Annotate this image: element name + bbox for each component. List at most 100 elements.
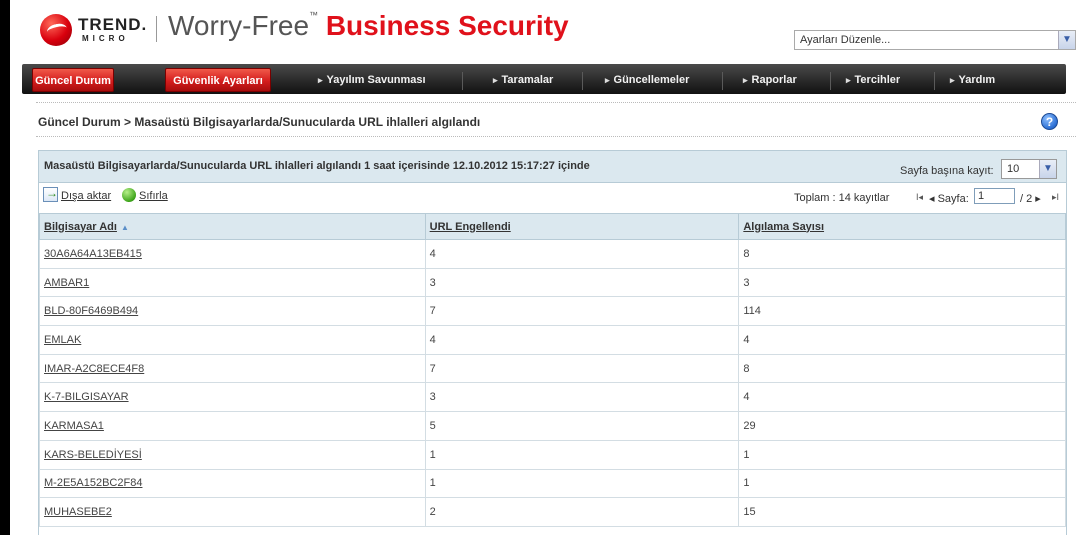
tab-scans[interactable]: Taramalar: [493, 68, 554, 92]
cell-detection-count: 1: [738, 468, 1066, 499]
export-icon[interactable]: [43, 186, 58, 202]
tab-outbreak-defense[interactable]: Yayılım Savunması: [318, 68, 426, 92]
report-panel: Masaüstü Bilgisayarlarda/Sunucularda URL…: [38, 150, 1067, 535]
cell-computer-name: EMLAK: [39, 325, 426, 355]
cell-detection-count: 1: [738, 439, 1066, 470]
product-title-part1: Worry-Free: [168, 10, 310, 41]
nav-divider: [934, 72, 935, 90]
column-header-label[interactable]: Bilgisayar Adı: [44, 221, 117, 233]
cell-computer-name: IMAR-A2C8ECE4F8: [39, 353, 426, 384]
nav-divider: [462, 72, 463, 90]
cell-detection-count: 4: [738, 382, 1066, 413]
main-navigation: Güncel Durum Güvenlik Ayarları Yayılım S…: [10, 60, 1076, 97]
table-header-row: Bilgisayar Adı ▲ URL Engellendi Algılama …: [39, 213, 1066, 240]
computer-name-link[interactable]: KARMASA1: [44, 420, 104, 432]
table-body: 30A6A64A13EB415 4 8 AMBAR1 3 3 BLD-80F6469B494…: [39, 239, 1066, 527]
cell-detection-count: 114: [738, 296, 1066, 327]
page-of-total[interactable]: / 2 ▸: [1020, 192, 1041, 205]
table-row: MUHASEBE2 2 15: [39, 497, 1066, 527]
total-records: Toplam : 14 kayıtlar: [794, 192, 890, 204]
cell-detection-count: 4: [738, 325, 1066, 355]
table-row: 30A6A64A13EB415 4 8: [39, 239, 1066, 269]
table-row: M-2E5A152BC2F84 1 1: [39, 468, 1066, 499]
cell-url-blocked: 1: [424, 468, 740, 499]
reset-link[interactable]: Sıfırla: [139, 190, 168, 202]
computer-name-link[interactable]: EMLAK: [44, 334, 81, 346]
cell-url-blocked: 3: [424, 267, 740, 298]
header: TREND. MICRO Worry-Free™ Business Securi…: [10, 0, 1076, 60]
nav-divider: [582, 72, 583, 90]
cell-computer-name: BLD-80F6469B494: [39, 296, 426, 327]
cell-url-blocked: 7: [424, 296, 740, 327]
computer-name-link[interactable]: M-2E5A152BC2F84: [44, 477, 142, 489]
product-title: Worry-Free™ Business Security: [168, 10, 569, 42]
product-title-part2: Business Security: [325, 10, 569, 41]
settings-dropdown[interactable]: Ayarları Düzenle... ▼: [794, 30, 1076, 50]
computer-name-link[interactable]: BLD-80F6469B494: [44, 305, 138, 317]
cell-url-blocked: 4: [424, 325, 740, 355]
trend-micro-logo-icon: [40, 14, 72, 46]
cell-detection-count: 8: [738, 239, 1066, 269]
trademark: ™: [309, 10, 319, 20]
computer-name-link[interactable]: MUHASEBE2: [44, 506, 112, 518]
table-row: AMBAR1 3 3: [39, 267, 1066, 298]
tab-reports[interactable]: Raporlar: [743, 68, 797, 92]
settings-dropdown-value: Ayarları Düzenle...: [800, 34, 891, 46]
app-window: TREND. MICRO Worry-Free™ Business Securi…: [10, 0, 1076, 535]
trend-micro-logo: TREND. MICRO: [40, 12, 150, 48]
nav-bar: Güncel Durum Güvenlik Ayarları Yayılım S…: [22, 64, 1066, 94]
cell-url-blocked: 1: [424, 439, 740, 470]
cell-url-blocked: 7: [424, 353, 740, 384]
cell-computer-name: KARMASA1: [39, 411, 426, 441]
divider: [36, 102, 1076, 103]
nav-divider: [722, 72, 723, 90]
export-link[interactable]: Dışa aktar: [61, 190, 111, 202]
nav-divider: [830, 72, 831, 90]
computers-table: Bilgisayar Adı ▲ URL Engellendi Algılama …: [39, 213, 1066, 527]
column-header-url-blocked[interactable]: URL Engellendi: [424, 213, 740, 240]
tab-preferences[interactable]: Tercihler: [846, 68, 901, 92]
divider: [36, 136, 1076, 137]
table-row: KARMASA1 5 29: [39, 411, 1066, 441]
column-header-label[interactable]: Algılama Sayısı: [743, 221, 824, 233]
computer-name-link[interactable]: IMAR-A2C8ECE4F8: [44, 363, 144, 375]
column-header-computer-name[interactable]: Bilgisayar Adı ▲: [39, 213, 426, 240]
cell-computer-name: 30A6A64A13EB415: [39, 239, 426, 269]
tab-updates[interactable]: Güncellemeler: [605, 68, 690, 92]
cell-computer-name: M-2E5A152BC2F84: [39, 468, 426, 499]
computer-name-link[interactable]: AMBAR1: [44, 277, 89, 289]
tab-current-status[interactable]: Güncel Durum: [32, 68, 114, 92]
per-page-value: 10: [1007, 163, 1020, 175]
computer-name-link[interactable]: K-7-BILGISAYAR: [44, 391, 129, 403]
table-row: KARS-BELEDİYESİ 1 1: [39, 439, 1066, 470]
column-header-detection-count[interactable]: Algılama Sayısı: [738, 213, 1066, 240]
chevron-down-icon[interactable]: ▼: [1058, 31, 1075, 49]
cell-computer-name: K-7-BILGISAYAR: [39, 382, 426, 413]
logo-micro-text: MICRO: [82, 34, 129, 43]
computer-name-link[interactable]: 30A6A64A13EB415: [44, 248, 142, 260]
per-page-select[interactable]: 10 ▼: [1001, 159, 1057, 179]
cell-computer-name: AMBAR1: [39, 267, 426, 298]
panel-header: Masaüstü Bilgisayarlarda/Sunucularda URL…: [39, 151, 1066, 183]
chevron-down-icon[interactable]: ▼: [1039, 160, 1056, 178]
tab-help[interactable]: Yardım: [950, 68, 996, 92]
column-header-label[interactable]: URL Engellendi: [430, 221, 511, 233]
panel-title: Masaüstü Bilgisayarlarda/Sunucularda URL…: [44, 160, 590, 172]
tab-security-settings[interactable]: Güvenlik Ayarları: [165, 68, 271, 92]
cell-detection-count: 3: [738, 267, 1066, 298]
reset-icon[interactable]: [122, 188, 136, 202]
computer-name-link[interactable]: KARS-BELEDİYESİ: [44, 449, 142, 461]
first-page-icon[interactable]: I◂: [916, 192, 923, 203]
cell-url-blocked: 4: [424, 239, 740, 269]
table-row: IMAR-A2C8ECE4F8 7 8: [39, 353, 1066, 384]
cell-url-blocked: 3: [424, 382, 740, 413]
last-page-icon[interactable]: ▸I: [1052, 192, 1059, 203]
cell-url-blocked: 5: [424, 411, 740, 441]
cell-computer-name: KARS-BELEDİYESİ: [39, 439, 426, 470]
page-label[interactable]: ◂ Sayfa:: [929, 192, 969, 205]
sort-ascending-icon[interactable]: ▲: [121, 223, 129, 232]
cell-computer-name: MUHASEBE2: [39, 497, 426, 527]
help-icon[interactable]: ?: [1041, 113, 1058, 130]
page-number-input[interactable]: [974, 188, 1015, 204]
logo-trend-text: TREND.: [78, 15, 148, 34]
